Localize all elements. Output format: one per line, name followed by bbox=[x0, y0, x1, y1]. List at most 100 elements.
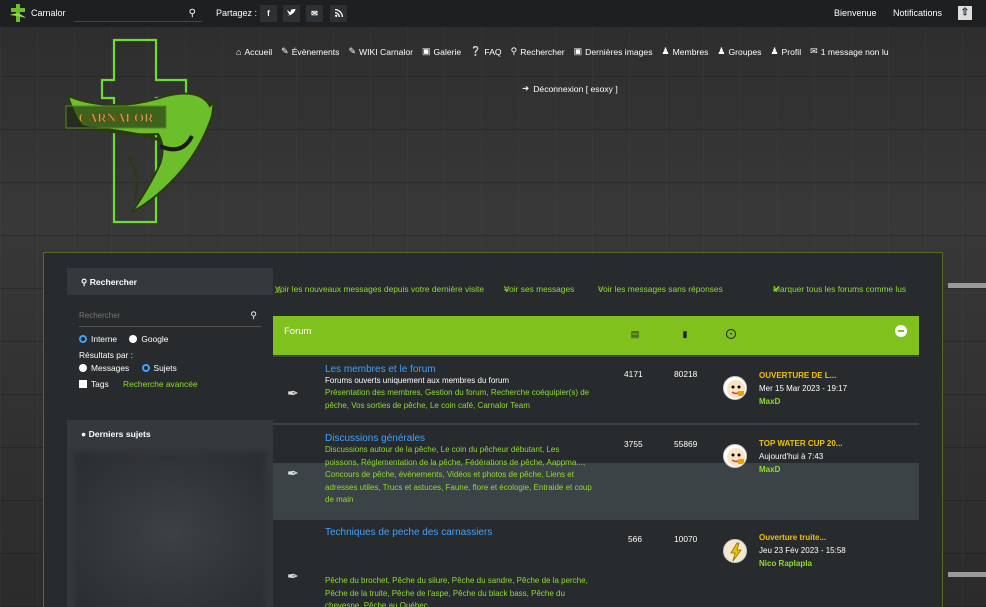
last-post-title[interactable]: TOP WATER CUP 20... bbox=[759, 439, 842, 448]
forum-title-link[interactable]: Les membres et le forum bbox=[325, 364, 436, 375]
mail-icon: ✉ bbox=[810, 46, 818, 56]
members-icon: ♟ bbox=[661, 46, 670, 56]
results-subjects-radio[interactable]: Sujets bbox=[141, 363, 177, 373]
nav-faq[interactable]: ❔ FAQ bbox=[470, 46, 501, 57]
side-decoration bbox=[948, 283, 986, 288]
nav-label: Accueil bbox=[244, 46, 273, 57]
site-logo-icon[interactable] bbox=[8, 3, 28, 23]
top-bar: Carnalor ⚲ Partagez : f ✉ Bienvenue Noti… bbox=[0, 0, 986, 27]
last-post-date: Jeu 23 Fév 2023 - 15:58 bbox=[759, 546, 846, 555]
welcome-link[interactable]: Bienvenue bbox=[834, 8, 877, 18]
forum-title-link[interactable]: Techniques de peche des carnassiers bbox=[325, 527, 492, 538]
last-post-user[interactable]: Nico Raplapla bbox=[759, 559, 812, 568]
last-post-title[interactable]: OUVERTURE DE L... bbox=[759, 371, 836, 380]
engine-row: Interne Google bbox=[79, 334, 168, 344]
engine-internal-radio[interactable]: Interne bbox=[79, 334, 117, 344]
home-icon: ⌂ bbox=[236, 46, 242, 57]
lightning-icon bbox=[730, 542, 742, 562]
advanced-search-link[interactable]: Recherche avancée bbox=[123, 379, 198, 389]
logout-icon: ➜ bbox=[522, 83, 530, 93]
cartoon-face-icon bbox=[727, 380, 745, 398]
subforum-links[interactable]: Pêche du brochet, Pêche du silure, Pêche… bbox=[325, 575, 600, 607]
tags-checkbox[interactable]: Tags bbox=[79, 379, 109, 389]
chat-bubble-icon: ● bbox=[81, 429, 87, 439]
carnalor-logo-icon[interactable]: CARNALOR bbox=[62, 36, 222, 226]
site-brand[interactable]: Carnalor bbox=[31, 8, 66, 18]
notifications-link[interactable]: Notifications bbox=[893, 8, 942, 18]
nav-gallery[interactable]: ▣ Galerie bbox=[422, 46, 461, 57]
topics-count: 4171 bbox=[624, 369, 643, 379]
feather-icon: ✒ bbox=[287, 568, 299, 584]
results-messages-radio[interactable]: Messages bbox=[79, 363, 129, 373]
nav-label: Profil bbox=[781, 46, 802, 57]
forum-title-link[interactable]: Discussions générales bbox=[325, 433, 425, 444]
tags-label: Tags bbox=[91, 379, 109, 389]
avatar[interactable] bbox=[723, 376, 747, 400]
groups-icon: ♟ bbox=[717, 46, 726, 56]
posts-count: 10070 bbox=[674, 534, 698, 544]
logout-link[interactable]: ➜ Déconnexion [ esoxy ] bbox=[522, 83, 618, 94]
latest-topics-title: Derniers sujets bbox=[88, 429, 151, 439]
profile-icon: ♟ bbox=[770, 46, 779, 56]
forum-row: ✒ Techniques de peche des carnassiers Pê… bbox=[273, 518, 919, 607]
scroll-up-icon[interactable]: ⇧ bbox=[958, 6, 972, 20]
search-icon[interactable]: ⚲ bbox=[250, 310, 257, 321]
avatar[interactable] bbox=[723, 539, 747, 563]
nav-search[interactable]: ⚲ Rechercher bbox=[511, 46, 565, 57]
side-decoration bbox=[948, 572, 986, 577]
nav-label: Dernières images bbox=[585, 46, 653, 57]
forum-header-title: Forum bbox=[284, 326, 312, 337]
search-icon: ⚲ bbox=[81, 277, 88, 287]
engine-internal-label: Interne bbox=[91, 334, 118, 344]
question-icon: ❔ bbox=[470, 46, 482, 56]
last-post-date: Mer 15 Mar 2023 - 19:17 bbox=[759, 384, 848, 393]
nav-messages[interactable]: ✉ 1 message non lu bbox=[810, 46, 888, 57]
subforum-links[interactable]: Discussions autour de la pêche, Le coin … bbox=[325, 444, 595, 507]
last-post-title[interactable]: Ouverture truite... bbox=[759, 533, 826, 542]
last-post-user[interactable]: MaxD bbox=[759, 397, 780, 406]
my-messages-label: Voir ses messages bbox=[504, 284, 575, 294]
nav-home[interactable]: ⌂ Accueil bbox=[236, 46, 272, 57]
subforum-links[interactable]: Présentation des membres, Gestion du for… bbox=[325, 387, 600, 412]
unanswered-label: Voir les messages sans réponses bbox=[598, 284, 723, 294]
checkbox-icon bbox=[79, 380, 87, 388]
main-nav: ⌂ Accueil ✎ Évènements ✎ WIKI Carnalor ▣ Gal… bbox=[236, 46, 898, 57]
engine-google-radio[interactable]: Google bbox=[129, 334, 168, 344]
topics-column-icon: ▤ bbox=[630, 329, 640, 339]
nav-latest-images[interactable]: ▣ Dernières images bbox=[574, 46, 653, 57]
email-share-button[interactable]: ✉ bbox=[306, 5, 323, 22]
collapse-icon[interactable] bbox=[895, 325, 907, 337]
search-icon[interactable]: ⚲ bbox=[189, 8, 196, 19]
results-row: Messages Sujets bbox=[79, 363, 177, 373]
facebook-share-button[interactable]: f bbox=[260, 5, 277, 22]
rss-share-button[interactable] bbox=[330, 5, 347, 22]
blurred-content bbox=[75, 453, 265, 607]
nav-label: Rechercher bbox=[520, 46, 565, 57]
last-post-date: Aujourd'hui à 7:43 bbox=[759, 452, 824, 461]
nav-members[interactable]: ♟ Membres bbox=[662, 46, 709, 57]
logout-label: Déconnexion [ esoxy ] bbox=[533, 83, 618, 94]
logo-text: CARNALOR bbox=[78, 110, 154, 125]
sidebar-search-box: ⚲ bbox=[79, 310, 261, 327]
pencil-icon: ✎ bbox=[281, 46, 289, 56]
top-search-input[interactable] bbox=[74, 5, 184, 21]
engine-google-label: Google bbox=[141, 334, 169, 344]
forum-description: Forums ouverts uniquement aux membres du… bbox=[325, 376, 510, 385]
pencil-icon: ✎ bbox=[348, 46, 357, 56]
search-icon: ⚲ bbox=[510, 46, 518, 56]
tags-row: Tags Recherche avancée bbox=[79, 379, 198, 389]
sidebar-search-input[interactable] bbox=[79, 311, 239, 320]
radio-selected-icon bbox=[79, 335, 87, 343]
nav-groups[interactable]: ♟ Groupes bbox=[717, 46, 761, 57]
share-label: Partagez : bbox=[216, 8, 258, 18]
twitter-share-button[interactable] bbox=[283, 5, 300, 22]
forum-row: ✒ Discussions générales Discussions auto… bbox=[273, 423, 919, 518]
nav-wiki[interactable]: ✎ WIKI Carnalor bbox=[348, 46, 413, 57]
forum-row: ✒ Les membres et le forum Forums ouverts… bbox=[273, 355, 919, 423]
clock-icon: • bbox=[726, 329, 736, 339]
avatar[interactable] bbox=[723, 444, 747, 468]
last-post-user[interactable]: MaxD bbox=[759, 465, 780, 474]
forum-table-header: Forum ▤ ▮ • bbox=[273, 316, 919, 355]
nav-profile[interactable]: ♟ Profil bbox=[770, 46, 801, 57]
nav-events[interactable]: ✎ Évènements bbox=[281, 46, 339, 57]
